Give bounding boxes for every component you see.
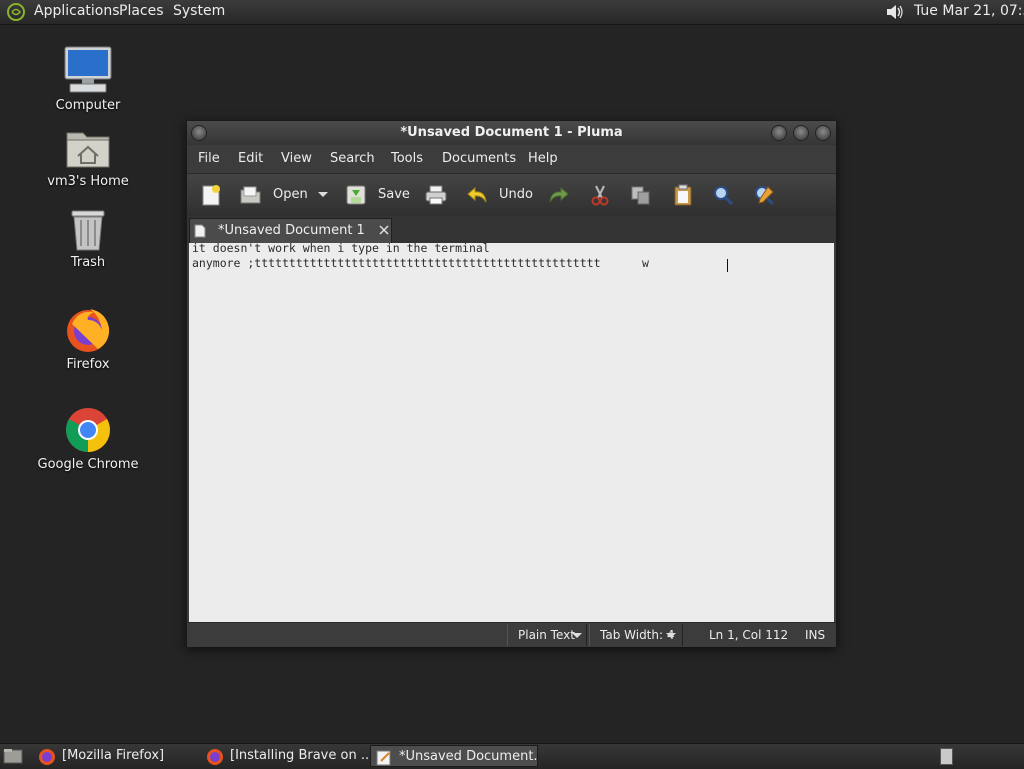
text-cursor	[727, 259, 728, 272]
menu-edit[interactable]: Edit	[238, 145, 263, 172]
open-dropdown-arrow[interactable]	[318, 192, 328, 197]
desktop-icon-label: Firefox	[66, 357, 110, 372]
new-document-icon[interactable]	[199, 184, 223, 206]
menu-documents[interactable]: Documents	[442, 145, 516, 172]
text-editor[interactable]: it doesn't work when i type in the termi…	[189, 243, 834, 622]
close-tab-icon[interactable]	[378, 224, 390, 236]
desktop-icon-label: Google Chrome	[37, 457, 139, 472]
volume-icon[interactable]	[884, 2, 904, 22]
desktop-icon-label: Computer	[55, 98, 121, 113]
pluma-window: *Unsaved Document 1 - Pluma File Edit Vi…	[186, 120, 837, 647]
tab-label: *Unsaved Document 1	[218, 223, 365, 238]
editor-line-2: anymore ;ttttttttttttttttttttttttttttttt…	[192, 256, 649, 270]
editor-line-1: it doesn't work when i type in the termi…	[192, 243, 490, 255]
menu-help[interactable]: Help	[528, 145, 558, 172]
save-icon	[346, 185, 366, 205]
search-replace-icon[interactable]	[752, 184, 776, 206]
menu-tools[interactable]: Tools	[391, 145, 423, 172]
tab-width-label: Tab Width: 4	[600, 628, 675, 642]
taskbar: [Mozilla Firefox] [Installing Brave on .…	[0, 743, 1024, 769]
open-folder-icon	[240, 186, 261, 204]
workspace-switcher[interactable]	[940, 748, 953, 765]
copy-icon[interactable]	[629, 184, 653, 206]
system-menu[interactable]: System	[173, 0, 225, 24]
language-selector[interactable]: Plain Text	[507, 624, 587, 646]
task-brave-install[interactable]: [Installing Brave on ...	[202, 745, 368, 767]
applications-menu[interactable]: Applications	[34, 0, 120, 24]
chevron-down-icon	[572, 633, 582, 638]
clock[interactable]: Tue Mar 21, 07:57	[914, 0, 1024, 22]
search-magnifier-icon[interactable]	[711, 184, 735, 206]
task-label: *Unsaved Document...	[399, 749, 538, 764]
desktop-icon-chrome[interactable]: Google Chrome	[28, 406, 148, 472]
show-desktop-icon[interactable]	[3, 748, 23, 764]
minimize-button[interactable]	[771, 125, 787, 141]
print-icon[interactable]	[424, 184, 448, 206]
window-title: *Unsaved Document 1 - Pluma	[400, 125, 623, 140]
menu-file[interactable]: File	[198, 145, 220, 172]
desktop-icon-home[interactable]: vm3's Home	[28, 127, 148, 189]
menu-search[interactable]: Search	[330, 145, 375, 172]
redo-arrow-icon[interactable]	[547, 184, 571, 206]
tab-bar: *Unsaved Document 1	[187, 216, 836, 243]
desktop-icon-trash[interactable]: Trash	[28, 208, 148, 270]
computer-icon	[64, 46, 112, 93]
status-bar: Plain Text Tab Width: 4 Ln 1, Col 112 IN…	[187, 622, 836, 647]
task-pluma[interactable]: *Unsaved Document...	[370, 745, 538, 767]
title-bar[interactable]: *Unsaved Document 1 - Pluma	[187, 121, 836, 145]
insert-mode[interactable]: INS	[805, 624, 825, 646]
text-editor-icon	[376, 750, 391, 766]
cursor-position: Ln 1, Col 112	[709, 628, 789, 642]
chrome-icon	[66, 408, 110, 452]
task-label: [Installing Brave on ...	[230, 748, 368, 763]
task-label: [Mozilla Firefox]	[62, 748, 165, 763]
toolbar: Open Save Undo	[187, 173, 836, 217]
paste-clipboard-icon[interactable]	[671, 184, 695, 206]
chevron-down-icon	[666, 633, 676, 638]
undo-label: Undo	[499, 187, 533, 202]
desktop-icon-label: vm3's Home	[47, 174, 129, 189]
menu-view[interactable]: View	[281, 145, 312, 172]
maximize-button[interactable]	[793, 125, 809, 141]
firefox-icon	[67, 309, 110, 352]
document-tab[interactable]: *Unsaved Document 1	[189, 218, 392, 243]
places-menu[interactable]: Places	[119, 0, 164, 24]
language-label: Plain Text	[518, 628, 575, 642]
open-label: Open	[273, 187, 308, 202]
close-button[interactable]	[815, 125, 831, 141]
menu-bar: File Edit View Search Tools Documents He…	[187, 145, 836, 173]
task-firefox[interactable]: [Mozilla Firefox]	[34, 745, 198, 767]
firefox-icon	[39, 749, 55, 765]
trash-icon	[71, 210, 105, 251]
home-folder-icon	[66, 132, 110, 168]
cut-scissors-icon[interactable]	[588, 184, 612, 206]
save-label: Save	[378, 187, 410, 202]
firefox-icon	[207, 749, 223, 765]
desktop-icon-firefox[interactable]: Firefox	[28, 306, 148, 372]
tab-width-selector[interactable]: Tab Width: 4	[589, 624, 683, 646]
mate-logo-icon[interactable]	[6, 2, 26, 22]
undo-arrow-icon	[467, 186, 487, 203]
desktop-icon-label: Trash	[70, 255, 106, 270]
top-panel: Applications Places System Tue Mar 21, 0…	[0, 0, 1024, 25]
document-icon	[194, 224, 206, 238]
desktop-icon-computer[interactable]: Computer	[28, 45, 148, 113]
